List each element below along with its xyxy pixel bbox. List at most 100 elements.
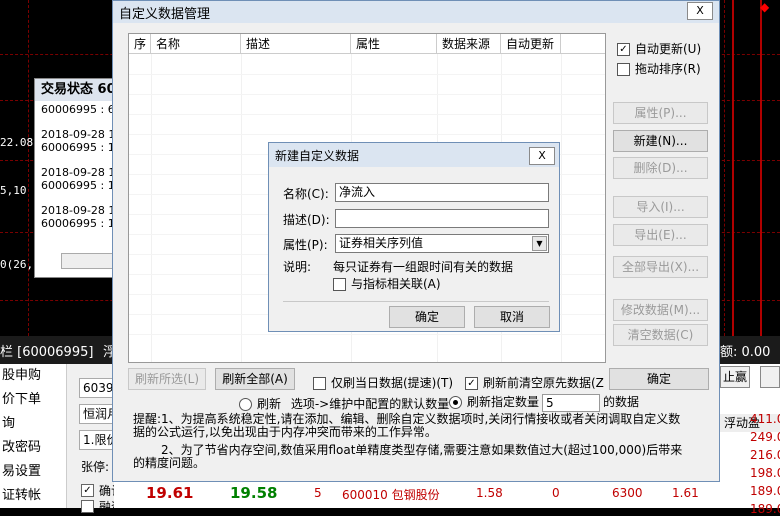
clear-before-option[interactable]: ✓ 刷新前清空原先数据(Z: [465, 374, 604, 391]
chart-number: 22.08: [0, 136, 34, 149]
tips-text: 提醒:1、为提高系统稳定性,请在添加、编辑、删除自定义数据项时,关闭行情接收或者…: [133, 413, 703, 470]
trade-status-window: 交易状态 60 60006995 : 6 2018-09-28 1 600069…: [34, 78, 124, 278]
chart-bar: [760, 0, 762, 336]
menu-item-change-password[interactable]: 改密码: [0, 436, 66, 460]
order-panel: 60398 恒润月 1.限价 张停: ✓ 确认 融资: [66, 364, 123, 514]
export-all-button[interactable]: 全部导出(X)...: [613, 256, 708, 278]
more-button[interactable]: [760, 366, 780, 388]
relate-index-label: 与指标相关联(A): [351, 277, 441, 291]
pnl-value: 249.00: [750, 430, 780, 444]
name-input[interactable]: 净流入: [335, 183, 549, 202]
left-menu: 股申购 价下单 询 改密码 易设置 证转帐: [0, 364, 66, 508]
grid-line: [28, 0, 29, 336]
new-button[interactable]: 新建(N)...: [613, 130, 708, 152]
trade-status-title: 交易状态 60: [35, 79, 123, 101]
refresh-count-radio[interactable]: [449, 396, 462, 409]
chart-marker: ◆: [760, 0, 770, 14]
amount-label: 额: 0.00: [720, 345, 771, 360]
position-column: 止赢 浮动盈 411.00 249.00 216.00 198.00 189.0…: [720, 364, 780, 516]
relate-index-checkbox[interactable]: [333, 278, 346, 291]
close-icon[interactable]: X: [529, 147, 555, 165]
drag-sort-checkbox[interactable]: [617, 63, 630, 76]
limit-up-label: 张停:: [81, 460, 110, 474]
refresh-all-button[interactable]: 刷新全部(A): [215, 368, 295, 390]
auto-update-label: 自动更新(U): [635, 42, 702, 56]
refresh-count-input[interactable]: 5: [542, 393, 601, 412]
refresh-count-label: 刷新指定数量: [467, 395, 540, 409]
attribute-value: 证券相关序列值: [339, 236, 424, 250]
column-auto-update[interactable]: 自动更新: [501, 34, 561, 54]
new-ok-button[interactable]: 确定: [389, 306, 465, 328]
holdings-row: 5 600010 包钢股份 1.58 0 6300 1.61: [114, 482, 720, 508]
clear-before-label: 刷新前清空原先数据(Z: [483, 376, 604, 390]
bid-price: 19.61: [146, 484, 194, 502]
ok-button[interactable]: 确定: [609, 368, 709, 390]
only-today-option[interactable]: 仅刷当日数据(提速)(T): [313, 374, 453, 391]
close-icon[interactable]: X: [687, 2, 713, 20]
menu-item-query[interactable]: 询: [0, 412, 66, 436]
only-today-label: 仅刷当日数据(提速)(T): [331, 376, 454, 390]
holding-qty: 6300: [612, 486, 643, 500]
take-profit-button[interactable]: 止赢: [720, 366, 750, 388]
pnl-value: 198.00: [750, 466, 780, 480]
menu-item-trade-settings[interactable]: 易设置: [0, 460, 66, 484]
modify-data-button[interactable]: 修改数据(M)...: [613, 299, 708, 321]
stock-code-input[interactable]: 60398: [79, 378, 115, 398]
holding-zero: 0: [552, 486, 560, 500]
column-index[interactable]: 序: [129, 34, 151, 54]
delete-button[interactable]: 删除(D)...: [613, 157, 708, 179]
export-button[interactable]: 导出(E)...: [613, 224, 708, 246]
status-line: 2018-09-28 1: [41, 204, 116, 217]
new-cancel-button[interactable]: 取消: [474, 306, 550, 328]
confirm-checkbox[interactable]: ✓: [81, 484, 94, 497]
menu-item-bank-transfer[interactable]: 证转帐: [0, 484, 66, 508]
pnl-value: 189.00: [750, 484, 780, 498]
import-button[interactable]: 导入(I)...: [613, 196, 708, 218]
dialog-title: 自定义数据管理: [119, 7, 211, 22]
status-line: 60006995 : 1: [41, 141, 115, 154]
menu-item-ipo[interactable]: 股申购: [0, 364, 66, 388]
status-line: 60006995 : 1: [41, 217, 115, 230]
clear-data-button[interactable]: 清空数据(C): [613, 324, 708, 346]
finance-checkbox[interactable]: [81, 500, 94, 513]
grid-line: [724, 0, 725, 336]
chevron-down-icon[interactable]: ▼: [532, 236, 547, 251]
refresh-default-option[interactable]: 刷新 选项->维护中配置的默认数量: [239, 395, 449, 412]
holding-index: 5: [314, 486, 322, 500]
refresh-default-label: 刷新: [257, 397, 282, 411]
new-custom-data-dialog: 新建自定义数据 X 名称(C): 净流入 描述(D): 属性(P): 证券相关序…: [268, 142, 560, 332]
description-input[interactable]: [335, 209, 549, 228]
drag-sort-option[interactable]: 拖动排序(R): [617, 60, 701, 77]
explain-text: 每只证券有一组跟时间有关的数据: [333, 260, 514, 274]
holding-price: 1.58: [476, 486, 503, 500]
auto-update-checkbox[interactable]: ✓: [617, 43, 630, 56]
divider: [283, 301, 549, 302]
chart-bar: [732, 0, 734, 336]
only-today-checkbox[interactable]: [313, 377, 326, 390]
account-code: 栏 [60006995]: [0, 345, 94, 360]
description-label: 描述(D):: [283, 213, 330, 227]
holding-stock: 600010 包钢股份: [342, 488, 440, 502]
relate-index-option[interactable]: 与指标相关联(A): [333, 275, 441, 292]
refresh-count-option[interactable]: 刷新指定数量 5 的数据: [449, 393, 639, 412]
status-line: 60006995 : 1: [41, 179, 115, 192]
column-data-source[interactable]: 数据来源: [437, 34, 501, 54]
attribute-select[interactable]: 证券相关序列值 ▼: [335, 234, 549, 253]
properties-button[interactable]: 属性(P)...: [613, 102, 708, 124]
column-name[interactable]: 名称: [151, 34, 241, 54]
auto-update-option[interactable]: ✓ 自动更新(U): [617, 40, 701, 57]
drag-sort-label: 拖动排序(R): [635, 62, 701, 76]
status-line: 2018-09-28 1: [41, 166, 116, 179]
stock-name-field: 恒润月: [79, 404, 115, 424]
column-attribute[interactable]: 属性: [351, 34, 437, 54]
dialog-titlebar: 自定义数据管理 X: [113, 1, 719, 23]
menu-item-price-order[interactable]: 价下单: [0, 388, 66, 412]
refresh-default-radio[interactable]: [239, 398, 252, 411]
price-type-select[interactable]: 1.限价: [79, 430, 115, 450]
ask-price: 19.58: [230, 484, 278, 502]
refresh-selected-button[interactable]: 刷新所选(L): [128, 368, 206, 390]
status-line: 60006995 : 6: [41, 103, 115, 116]
tip-line: 2、为了节省内存空间,数值采用float单精度类型存储,需要注意如果数值过大(超…: [161, 443, 683, 457]
clear-before-checkbox[interactable]: ✓: [465, 377, 478, 390]
column-description[interactable]: 描述: [241, 34, 351, 54]
